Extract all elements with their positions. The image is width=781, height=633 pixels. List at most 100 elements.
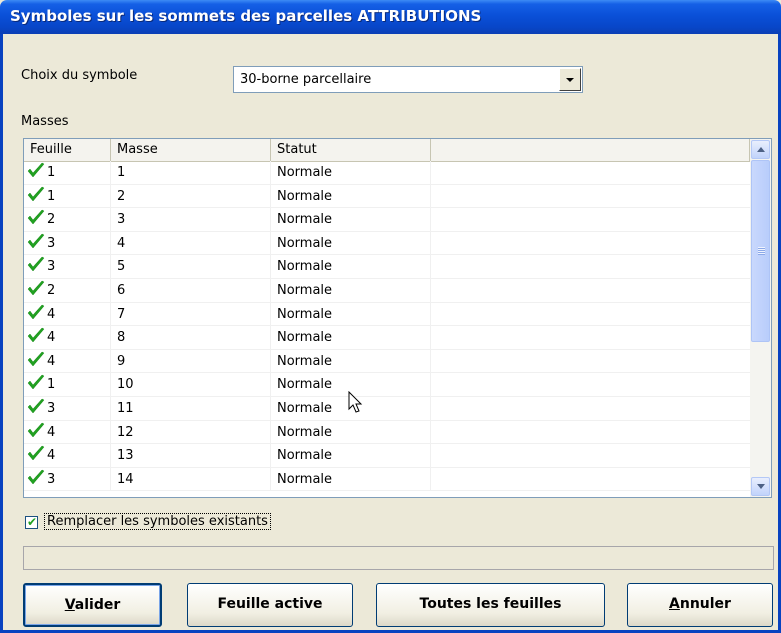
window-frame-left xyxy=(0,34,3,633)
cell-feuille: 4 xyxy=(24,444,111,468)
feuille-value: 4 xyxy=(47,448,56,464)
check-icon xyxy=(27,186,45,201)
table-row[interactable]: 3 14 Normale xyxy=(24,467,750,492)
cell-feuille: 2 xyxy=(24,278,111,302)
cell-feuille: 4 xyxy=(24,349,111,373)
feuille-value: 4 xyxy=(47,306,56,322)
scroll-down-button[interactable] xyxy=(751,477,770,496)
arrow-up-icon xyxy=(757,147,765,152)
cell-statut: Normale xyxy=(271,278,431,302)
table-row[interactable]: 4 7 Normale xyxy=(24,302,750,327)
cell-masse: 14 xyxy=(111,467,271,491)
cell-statut: Normale xyxy=(271,255,431,279)
table-row[interactable]: 4 8 Normale xyxy=(24,326,750,350)
check-icon xyxy=(27,375,45,390)
arrow-down-icon xyxy=(757,484,765,489)
cell-feuille: 1 xyxy=(24,161,111,184)
check-icon xyxy=(27,398,45,414)
table-row[interactable]: 2 3 Normale xyxy=(24,208,750,232)
feuille-value: 3 xyxy=(47,235,56,251)
cell-empty xyxy=(431,350,750,373)
active-sheet-button-label: Feuille active xyxy=(217,596,323,612)
feuille-value: 2 xyxy=(47,282,56,298)
masses-table[interactable]: Feuille Masse Statut 1 1 Normale 1 2 Normale 2… xyxy=(23,138,772,498)
check-icon xyxy=(27,162,45,178)
column-header-masse[interactable]: Masse xyxy=(111,139,271,161)
check-icon xyxy=(27,280,45,296)
check-icon xyxy=(27,327,45,343)
column-header-empty[interactable] xyxy=(431,139,750,161)
check-icon xyxy=(27,469,45,485)
cell-statut: Normale xyxy=(271,326,431,350)
vertical-scrollbar[interactable] xyxy=(750,139,771,497)
feuille-value: 1 xyxy=(47,377,56,393)
symbol-select[interactable]: 30-borne parcellaire xyxy=(233,66,583,93)
check-icon xyxy=(27,233,45,249)
cell-statut: Normale xyxy=(271,467,431,491)
checkbox-check-icon: ✔ xyxy=(27,515,38,529)
cell-masse: 5 xyxy=(111,255,271,279)
table-row[interactable]: 4 13 Normale xyxy=(24,444,750,468)
replace-symbols-label[interactable]: Remplacer les symboles existants xyxy=(44,513,271,530)
progress-bar xyxy=(23,546,774,570)
cell-masse: 1 xyxy=(111,161,271,184)
cell-statut: Normale xyxy=(271,184,431,208)
cell-statut: Normale xyxy=(271,444,431,468)
table-row[interactable]: 1 10 Normale xyxy=(24,373,750,397)
column-header-statut[interactable]: Statut xyxy=(271,139,431,161)
validate-button-mnemonic: V xyxy=(64,597,75,613)
table-row[interactable]: 4 9 Normale xyxy=(24,349,750,374)
column-header-feuille[interactable]: Feuille xyxy=(24,139,111,161)
grip-icon xyxy=(758,247,765,255)
cell-empty xyxy=(431,232,750,255)
check-icon xyxy=(27,445,45,461)
cell-feuille: 4 xyxy=(24,302,111,326)
cell-empty xyxy=(431,373,750,396)
cell-masse: 7 xyxy=(111,302,271,326)
cell-masse: 2 xyxy=(111,184,271,208)
cancel-button[interactable]: Annuler xyxy=(627,583,773,627)
title-bar[interactable]: Symboles sur les sommets des parcelles A… xyxy=(0,0,781,34)
cell-feuille: 4 xyxy=(24,420,111,444)
cell-feuille: 3 xyxy=(24,467,111,491)
cell-feuille: 4 xyxy=(24,326,111,350)
cell-feuille: 3 xyxy=(24,396,111,420)
feuille-value: 3 xyxy=(47,471,56,487)
validate-button-label: alider xyxy=(74,597,121,613)
table-row[interactable]: 1 2 Normale xyxy=(24,184,750,209)
masses-label: Masses xyxy=(21,114,69,129)
cell-statut: Normale xyxy=(271,420,431,444)
cell-masse: 11 xyxy=(111,396,271,420)
cell-empty xyxy=(431,161,750,184)
scroll-thumb[interactable] xyxy=(751,160,770,342)
mouse-cursor-icon xyxy=(348,391,363,413)
active-sheet-button[interactable]: Feuille active xyxy=(187,583,353,627)
cell-empty xyxy=(431,208,750,231)
check-icon xyxy=(27,257,45,272)
cell-masse: 3 xyxy=(111,208,271,232)
table-row[interactable]: 1 1 Normale xyxy=(24,161,750,185)
table-row[interactable]: 3 4 Normale xyxy=(24,231,750,256)
symbol-select-dropdown-button[interactable] xyxy=(559,68,581,91)
cell-masse: 4 xyxy=(111,231,271,255)
cell-empty xyxy=(431,279,750,302)
all-sheets-button[interactable]: Toutes les feuilles xyxy=(376,583,605,627)
table-row[interactable]: 3 11 Normale xyxy=(24,396,750,421)
feuille-value: 2 xyxy=(47,212,56,228)
cell-masse: 12 xyxy=(111,420,271,444)
feuille-value: 4 xyxy=(47,330,56,346)
check-icon xyxy=(27,422,45,437)
validate-button[interactable]: Valider xyxy=(23,583,162,627)
symbol-select-value: 30-borne parcellaire xyxy=(240,72,372,87)
replace-symbols-checkbox[interactable]: ✔ xyxy=(25,515,38,529)
cell-feuille: 2 xyxy=(24,208,111,232)
feuille-value: 4 xyxy=(47,424,56,440)
cancel-button-label: nnuler xyxy=(679,596,731,612)
scroll-up-button[interactable] xyxy=(751,140,770,159)
table-row[interactable]: 4 12 Normale xyxy=(24,420,750,445)
cell-feuille: 3 xyxy=(24,255,111,279)
table-row[interactable]: 3 5 Normale xyxy=(24,255,750,279)
cell-empty xyxy=(431,444,750,467)
table-row[interactable]: 2 6 Normale xyxy=(24,278,750,303)
cell-masse: 6 xyxy=(111,278,271,302)
